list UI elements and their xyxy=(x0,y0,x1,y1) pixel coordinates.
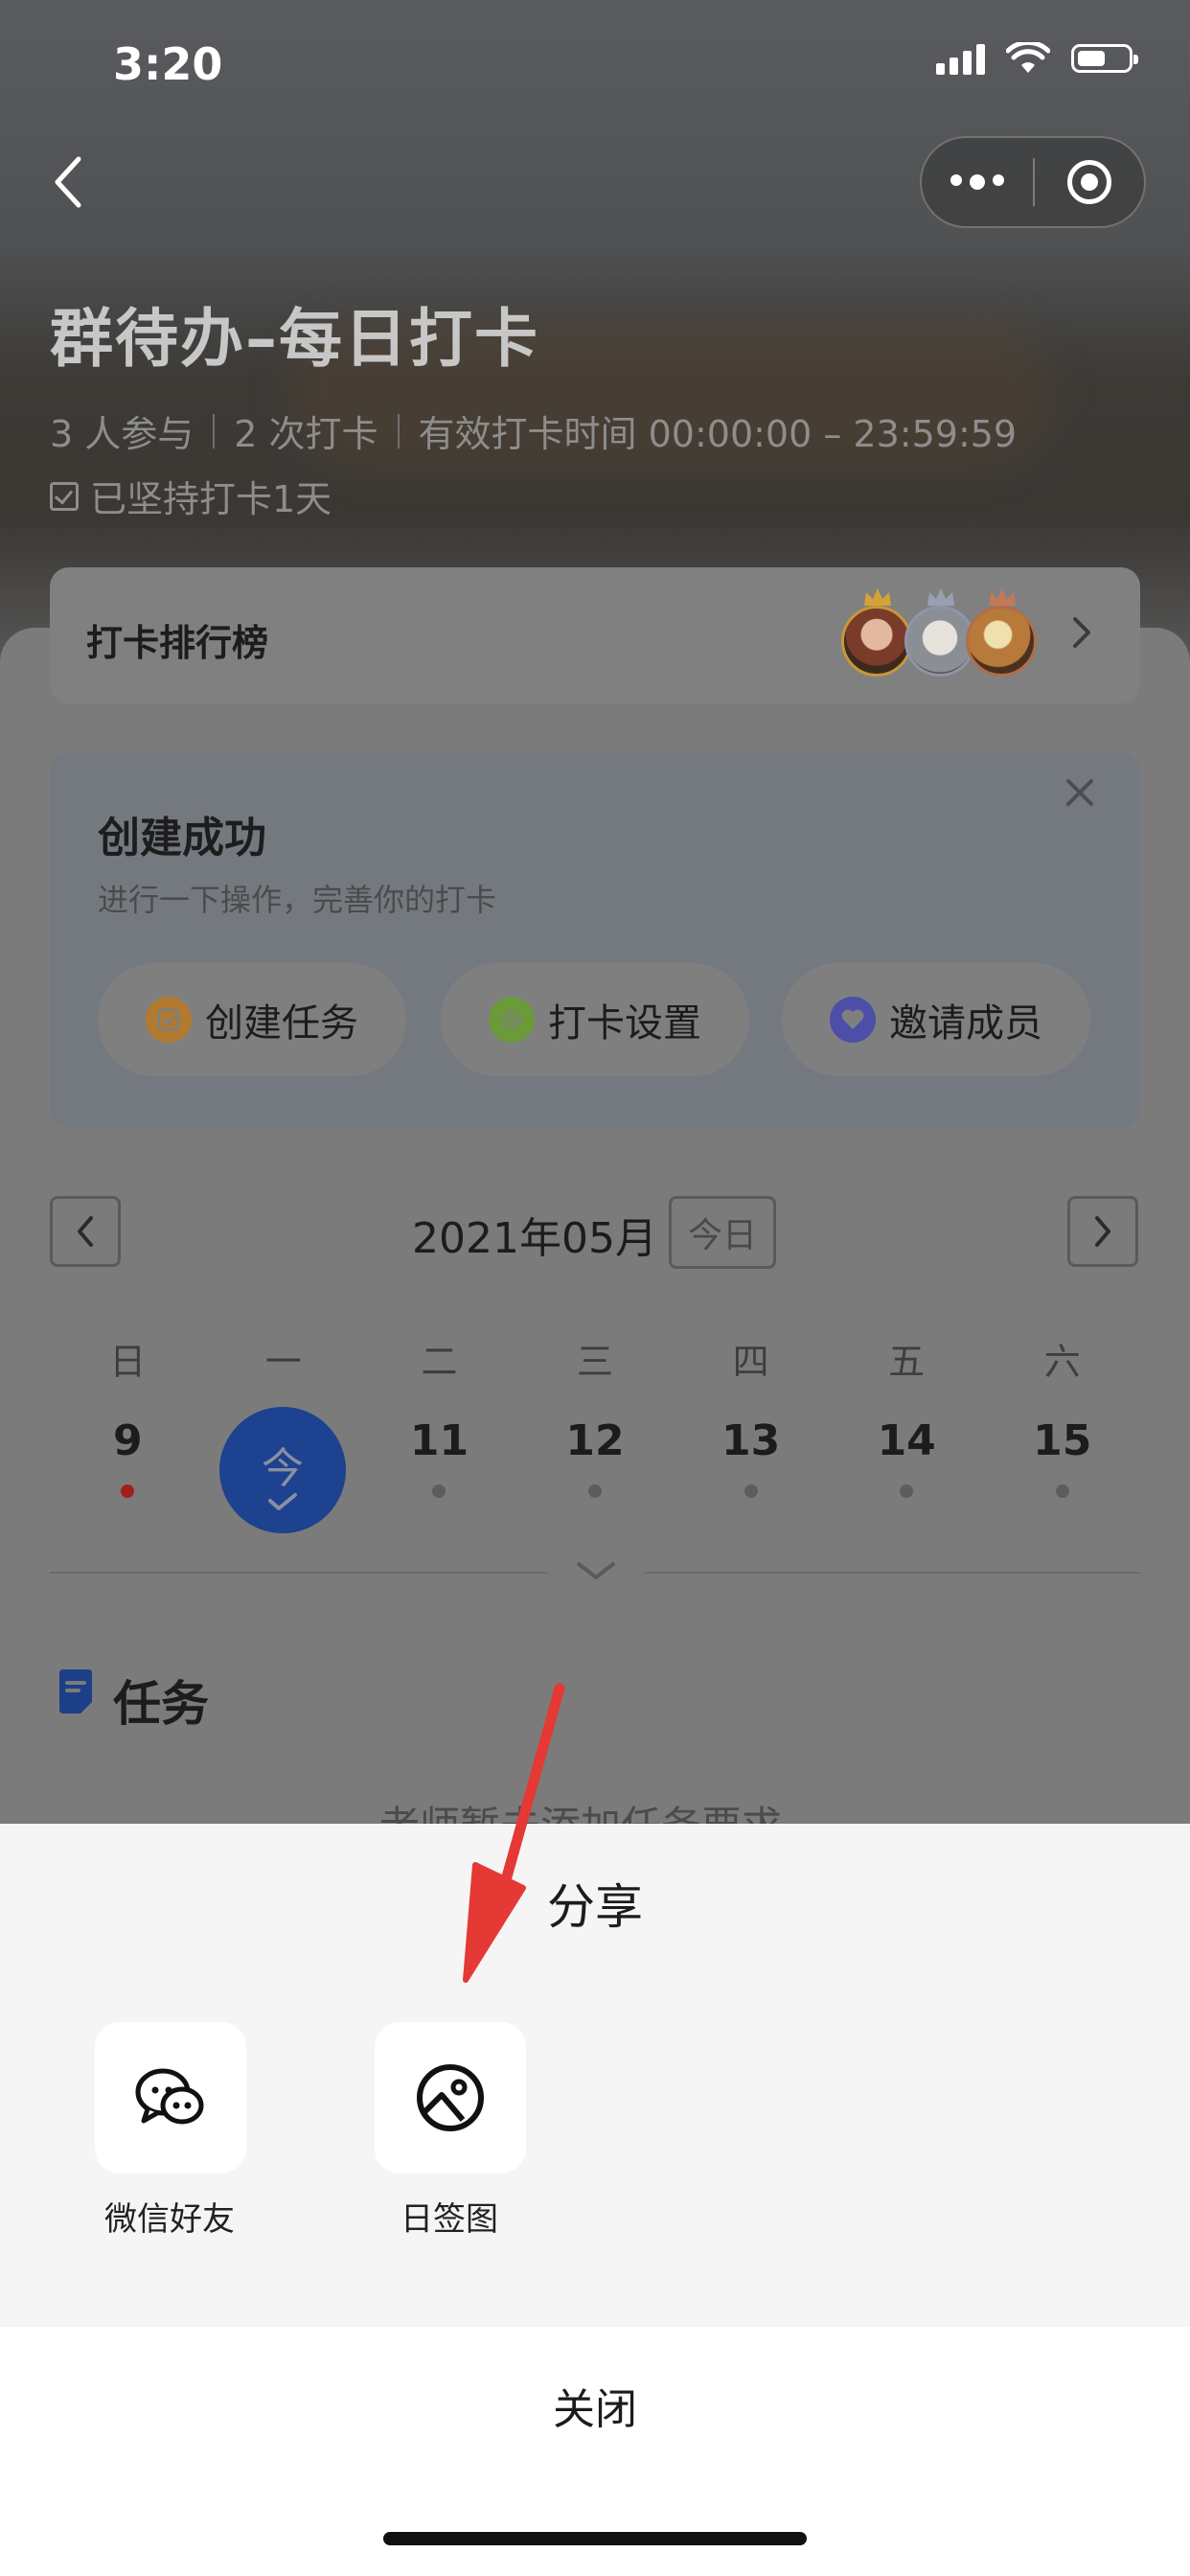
day-dot xyxy=(1055,1484,1069,1498)
ranking-label: 打卡排行榜 xyxy=(86,622,269,664)
calendar-day[interactable]: 12 xyxy=(517,1416,674,1531)
meta-divider xyxy=(397,413,400,448)
close-miniprogram-button[interactable] xyxy=(1035,160,1144,204)
today-button[interactable]: 今日 xyxy=(669,1196,776,1269)
day-dot xyxy=(744,1484,758,1498)
weekday-label: 三 xyxy=(577,1341,614,1383)
task-icon xyxy=(146,997,192,1043)
next-month-button[interactable] xyxy=(1067,1196,1138,1267)
calendar-day[interactable]: 13 xyxy=(673,1416,829,1531)
day-dot xyxy=(432,1484,446,1498)
share-wechat-friend-label: 微信好友 xyxy=(104,2200,235,2239)
share-wechat-friend-button[interactable] xyxy=(95,2022,246,2174)
day-number: 13 xyxy=(721,1416,781,1465)
meta-divider xyxy=(213,413,216,448)
calendar-day[interactable]: 11 xyxy=(361,1416,517,1531)
success-title: 创建成功 xyxy=(98,814,266,862)
task-doc-icon xyxy=(59,1669,92,1714)
invite-members-button[interactable]: 邀请成员 xyxy=(782,963,1090,1076)
calendar-day[interactable]: 9 xyxy=(50,1416,206,1531)
heart-icon xyxy=(830,997,876,1043)
persist-status: 已坚持打卡1天 xyxy=(50,470,332,522)
calendar-day[interactable]: 14 xyxy=(829,1416,985,1531)
status-time: 3:20 xyxy=(113,38,223,90)
close-icon[interactable] xyxy=(1064,776,1096,809)
create-task-button[interactable]: 创建任务 xyxy=(98,963,406,1076)
day-number: 12 xyxy=(565,1416,625,1465)
more-icon[interactable] xyxy=(922,174,1033,190)
status-icons xyxy=(936,42,1138,75)
checkin-meta: 3 人参与 2 次打卡 有效打卡时间 00:00:00 – 23:59:59 xyxy=(50,404,1017,457)
wifi-icon xyxy=(1006,42,1050,73)
day-dot xyxy=(121,1484,135,1498)
day-number: 11 xyxy=(409,1416,469,1465)
calendar-day-today[interactable] xyxy=(206,1416,362,1531)
chevron-right-icon xyxy=(1095,1216,1110,1247)
home-indicator xyxy=(383,2532,807,2545)
checkin-settings-button[interactable]: 打卡设置 xyxy=(441,963,749,1076)
image-icon xyxy=(417,2064,484,2131)
page-title: 群待办–每日打卡 xyxy=(50,302,539,376)
days-row: 9 11 12 13 14 15 xyxy=(50,1416,1140,1531)
checkbox-icon xyxy=(50,481,79,511)
checkin-count: 2 次打卡 xyxy=(234,413,378,455)
avatar xyxy=(966,606,1037,677)
invite-members-label: 邀请成员 xyxy=(889,1001,1042,1046)
close-sheet-label: 关闭 xyxy=(553,2385,637,2434)
weekday-row: 日 一 二 三 四 五 六 xyxy=(50,1332,1140,1385)
calendar-month: 2021年05月 xyxy=(412,1214,657,1263)
chevron-right-icon xyxy=(1073,617,1090,648)
prev-month-button[interactable] xyxy=(50,1196,121,1267)
day-number: 9 xyxy=(112,1416,143,1465)
weekday-label: 二 xyxy=(421,1341,458,1383)
valid-time: 有效打卡时间 00:00:00 – 23:59:59 xyxy=(418,413,1018,455)
chevron-down-icon[interactable] xyxy=(575,1558,617,1583)
weekday-label: 四 xyxy=(732,1341,769,1383)
persist-text: 已坚持打卡1天 xyxy=(90,478,332,520)
share-sheet-title: 分享 xyxy=(547,1879,643,1935)
back-icon[interactable] xyxy=(48,153,90,211)
battery-icon xyxy=(1071,44,1138,73)
share-daily-image-button[interactable] xyxy=(375,2022,526,2174)
divider xyxy=(50,1572,548,1574)
tasks-title: 任务 xyxy=(113,1676,209,1732)
chevron-left-icon xyxy=(78,1216,93,1247)
signal-icon xyxy=(936,42,985,75)
weekday-label: 日 xyxy=(109,1341,147,1383)
day-dot xyxy=(900,1484,914,1498)
weekday-label: 五 xyxy=(888,1341,926,1383)
checkin-settings-label: 打卡设置 xyxy=(548,1001,701,1046)
day-dot xyxy=(588,1484,603,1498)
target-icon xyxy=(1066,160,1111,204)
success-subtitle: 进行一下操作，完善你的打卡 xyxy=(98,882,497,918)
participants-count: 3 人参与 xyxy=(50,413,195,455)
crown-icon xyxy=(864,588,891,606)
day-number: 14 xyxy=(877,1416,936,1465)
avatar xyxy=(841,606,912,677)
share-daily-image-label: 日签图 xyxy=(400,2200,498,2239)
day-number: 15 xyxy=(1033,1416,1092,1465)
weekday-label: 一 xyxy=(264,1341,302,1383)
calendar-day[interactable]: 15 xyxy=(984,1416,1140,1531)
weekday-label: 六 xyxy=(1043,1341,1081,1383)
gear-icon xyxy=(489,997,535,1043)
miniprogram-capsule xyxy=(920,136,1146,228)
create-task-label: 创建任务 xyxy=(205,1001,358,1046)
crown-icon xyxy=(927,588,954,606)
crown-icon xyxy=(989,588,1016,606)
wechat-icon xyxy=(135,2068,204,2125)
avatar xyxy=(904,606,975,677)
divider xyxy=(644,1572,1140,1574)
